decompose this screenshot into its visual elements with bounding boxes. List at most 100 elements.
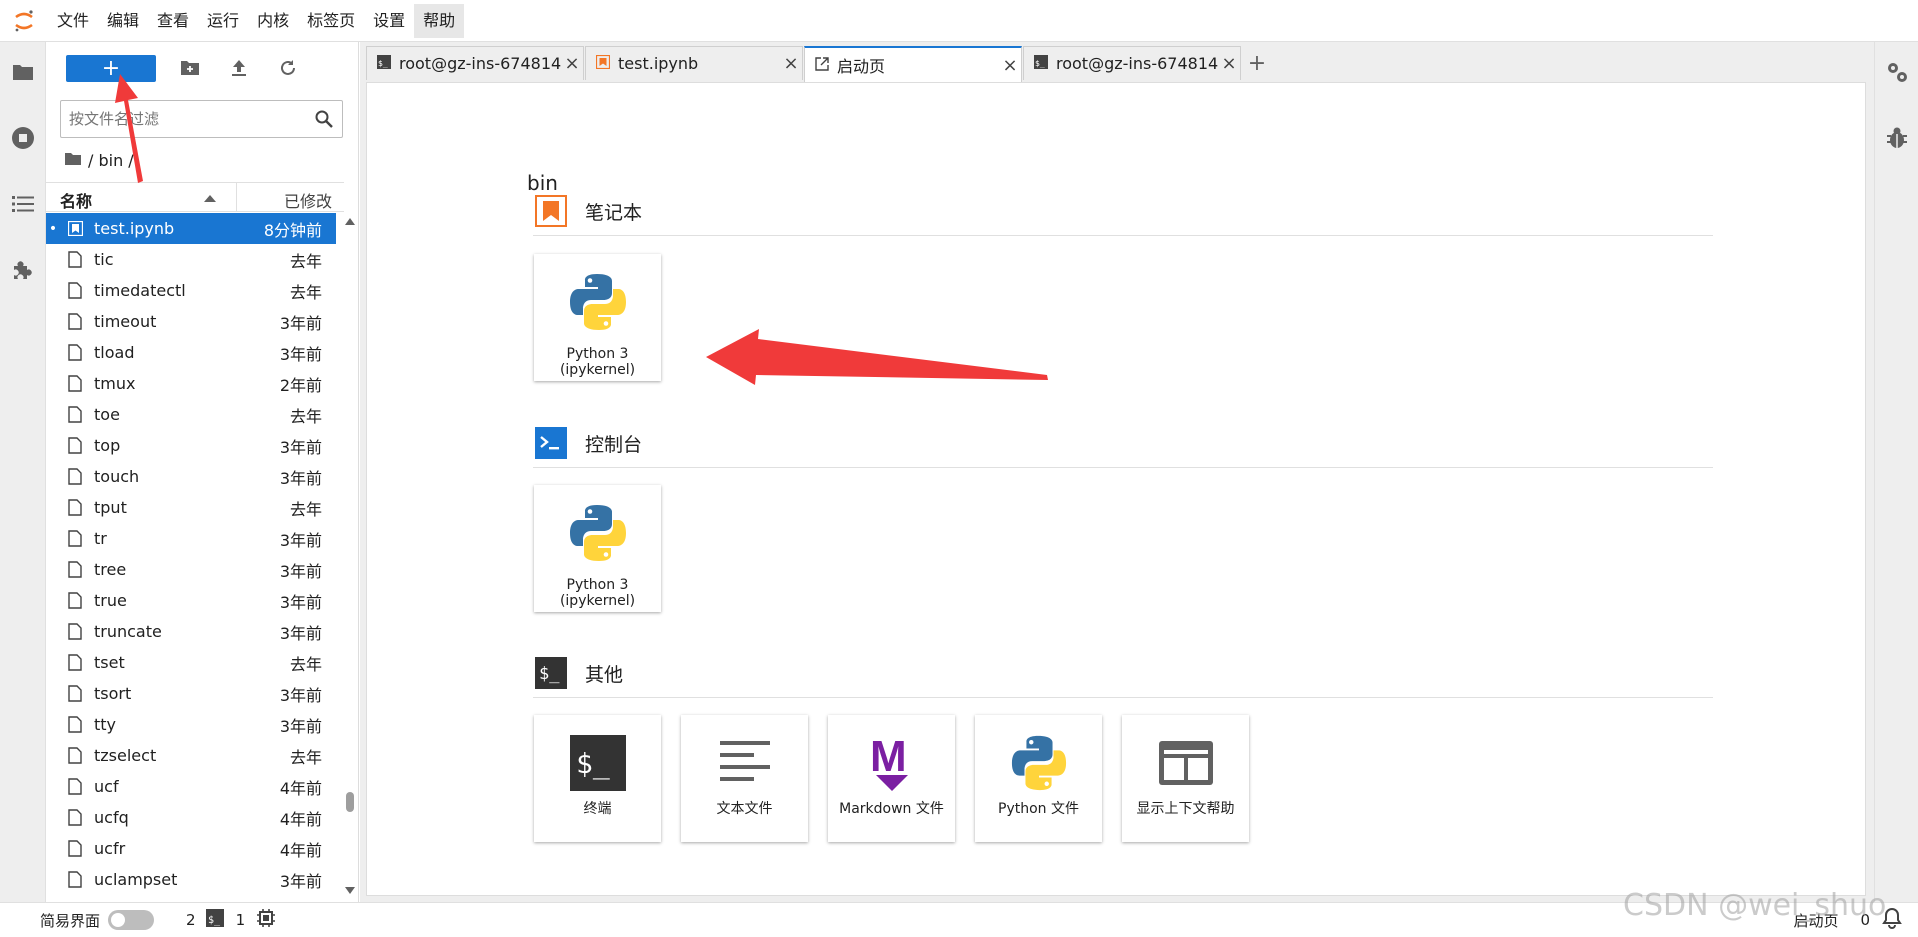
file-modified: 3年前: [279, 561, 322, 581]
file-row[interactable]: tput 去年: [46, 492, 336, 523]
file-row[interactable]: tset 去年: [46, 647, 336, 678]
file-name: tsort: [94, 684, 132, 703]
upload-icon[interactable]: [227, 56, 251, 80]
menu-item[interactable]: 设置: [364, 4, 414, 38]
file-icon: [64, 306, 86, 337]
menu-item[interactable]: 文件: [48, 4, 98, 38]
file-row[interactable]: toe 去年: [46, 399, 336, 430]
file-icon: [64, 864, 86, 895]
file-row[interactable]: ucf 4年前: [46, 771, 336, 802]
modified-column-header[interactable]: 已修改: [284, 188, 332, 212]
file-icon: [64, 616, 86, 647]
card-label: Python 3 (ipykernel): [559, 346, 636, 378]
card-label: Python 文件: [998, 801, 1079, 817]
tab[interactable]: $_ root@gz-ins-674814865568×: [1023, 46, 1241, 80]
scroll-thumb[interactable]: [346, 792, 354, 812]
file-row[interactable]: uname3年前: [46, 895, 336, 902]
scroll-down-arrow-icon[interactable]: [345, 887, 355, 894]
close-icon[interactable]: ×: [780, 53, 802, 74]
text-file-card[interactable]: 文本文件: [681, 715, 808, 842]
debugger-bug-icon[interactable]: [1882, 123, 1912, 153]
file-row[interactable]: ucfr 4年前: [46, 833, 336, 864]
file-row[interactable]: timeout 3年前: [46, 306, 336, 337]
close-icon[interactable]: ×: [999, 55, 1021, 76]
breadcrumb-path[interactable]: / bin /: [88, 151, 134, 170]
file-icon: [64, 585, 86, 616]
file-row[interactable]: tmux 2年前: [46, 368, 336, 399]
tab[interactable]: test.ipynb ×: [585, 46, 803, 80]
context-help-icon: [1136, 727, 1236, 799]
file-row[interactable]: • test.ipynb 8分钟前: [46, 213, 336, 244]
file-row[interactable]: uclampset 3年前: [46, 864, 336, 895]
new-launcher-button[interactable]: +: [66, 55, 156, 82]
file-icon: [64, 740, 86, 771]
kernel-count[interactable]: 2: [186, 911, 196, 929]
file-row[interactable]: top 3年前: [46, 430, 336, 461]
file-row[interactable]: tty 3年前: [46, 709, 336, 740]
python-file-icon: [989, 727, 1089, 799]
folder-icon[interactable]: [64, 151, 82, 170]
file-row[interactable]: tload 3年前: [46, 337, 336, 368]
file-name: tload: [94, 343, 135, 362]
scroll-up-arrow-icon[interactable]: [345, 218, 355, 225]
file-name: tty: [94, 715, 117, 734]
add-tab-button[interactable]: +: [1244, 48, 1270, 78]
menu-item[interactable]: 标签页: [298, 4, 364, 38]
markdown-file-card[interactable]: M Markdown 文件: [828, 715, 955, 842]
file-list-scrollbar[interactable]: [343, 214, 357, 902]
menu-item[interactable]: 查看: [148, 4, 198, 38]
file-row[interactable]: timedatectl 去年: [46, 275, 336, 306]
file-row[interactable]: tzselect 去年: [46, 740, 336, 771]
section-divider: [533, 467, 1713, 468]
name-column-header[interactable]: 名称: [60, 188, 92, 212]
table-of-contents-icon[interactable]: [8, 189, 38, 219]
text-file-icon: [695, 727, 795, 799]
refresh-icon[interactable]: [276, 56, 300, 80]
simple-mode-toggle[interactable]: [108, 910, 155, 930]
menu-item[interactable]: 运行: [198, 4, 248, 38]
file-row[interactable]: true 3年前: [46, 585, 336, 616]
file-icon: [64, 771, 86, 802]
menu-item[interactable]: 编辑: [98, 4, 148, 38]
sort-ascending-icon[interactable]: [204, 195, 216, 202]
property-inspector-gears-icon[interactable]: [1882, 57, 1912, 87]
file-browser-folder-icon[interactable]: [8, 57, 38, 87]
file-row[interactable]: truncate 3年前: [46, 616, 336, 647]
console-python3-card[interactable]: Python 3 (ipykernel): [534, 485, 661, 612]
file-browser-toolbar: +: [46, 42, 359, 92]
file-list-header: 名称 已修改: [46, 182, 344, 212]
file-modified: 去年: [289, 654, 322, 674]
file-name: tset: [94, 653, 125, 672]
file-filter-input[interactable]: [61, 102, 306, 136]
csdn-watermark: CSDN @wei_shuo: [1623, 888, 1887, 923]
context-help-card[interactable]: 显示上下文帮助: [1122, 715, 1249, 842]
file-row[interactable]: ucfq 4年前: [46, 802, 336, 833]
file-row[interactable]: touch 3年前: [46, 461, 336, 492]
file-row[interactable]: tic 去年: [46, 244, 336, 275]
running-sessions-icon[interactable]: [8, 123, 38, 153]
notebook-python3-card[interactable]: Python 3 (ipykernel): [534, 254, 661, 381]
terminal-card[interactable]: $_ 终端: [534, 715, 661, 842]
menu-bar: 文件 编辑 查看 运行 内核 标签页 设置 帮助: [0, 0, 1918, 42]
new-folder-icon[interactable]: [178, 56, 202, 80]
file-icon: [64, 523, 86, 554]
kernel-status-icon[interactable]: [257, 909, 276, 931]
menu-item[interactable]: 帮助: [414, 3, 465, 38]
tab[interactable]: $_ root@gz-ins-674814865568×: [366, 46, 584, 80]
tab-label: test.ipynb: [618, 54, 699, 73]
file-row[interactable]: tr 3年前: [46, 523, 336, 554]
close-icon[interactable]: ×: [1218, 53, 1240, 74]
close-icon[interactable]: ×: [561, 53, 583, 74]
terminal-count[interactable]: 1: [236, 911, 246, 929]
terminal-count-icon[interactable]: $_: [205, 909, 224, 931]
file-icon: [64, 802, 86, 833]
tab[interactable]: 启动页 ×: [804, 46, 1022, 82]
file-modified: 4年前: [279, 778, 322, 798]
column-divider[interactable]: [236, 183, 237, 211]
extension-manager-icon[interactable]: [8, 255, 38, 285]
python-file-card[interactable]: Python 文件: [975, 715, 1102, 842]
file-row[interactable]: tsort 3年前: [46, 678, 336, 709]
file-row[interactable]: tree 3年前: [46, 554, 336, 585]
menu-item[interactable]: 内核: [248, 4, 298, 38]
file-name: ucfr: [94, 839, 126, 858]
